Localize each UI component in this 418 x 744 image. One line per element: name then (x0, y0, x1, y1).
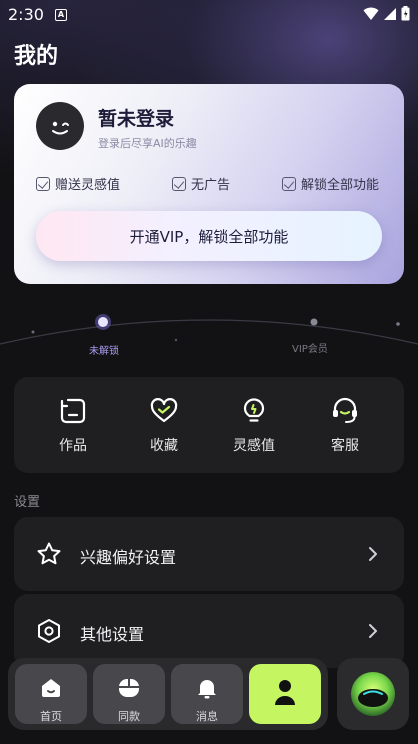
nav-item-same-style[interactable]: 同款 (93, 664, 165, 724)
battery-icon (401, 6, 410, 21)
avatar[interactable] (36, 102, 84, 150)
smiley-face-icon (52, 121, 69, 135)
progress-current-label: 未解锁 (89, 346, 119, 357)
progress-next-label: VIP会员 (292, 344, 328, 355)
perk-item: 解锁全部功能 (282, 174, 379, 193)
quick-action-support[interactable]: 客服 (305, 377, 385, 473)
chevron-right-icon (369, 547, 377, 561)
bell-icon (198, 680, 216, 699)
works-icon (60, 398, 86, 424)
status-bar: 2:30 A (0, 0, 418, 30)
nav-item-messages[interactable]: 消息 (171, 664, 243, 724)
bottom-nav: 首页 同款 消息 (8, 658, 328, 730)
nav-item-home[interactable]: 首页 (15, 664, 87, 724)
quick-action-label: 客服 (331, 438, 359, 454)
settings-row-label: 其他设置 (80, 625, 145, 644)
settings-row-other[interactable]: 其他设置 (14, 594, 404, 668)
quick-actions-panel: 作品 收藏 灵感值 客服 (14, 377, 404, 473)
settings-row-interest-preferences[interactable]: 兴趣偏好设置 (14, 517, 404, 591)
star-icon (37, 542, 61, 565)
perk-label: 解锁全部功能 (301, 178, 380, 193)
heart-icon (150, 398, 178, 423)
settings-row-label: 兴趣偏好设置 (80, 548, 177, 567)
wifi-icon (363, 7, 379, 20)
quick-action-works[interactable]: 作品 (33, 377, 113, 473)
quick-action-label: 灵感值 (233, 438, 275, 454)
signal-icon (384, 7, 396, 20)
status-icons (363, 6, 410, 21)
notification-badge-icon: A (55, 9, 67, 21)
progress-arc-graphic (0, 314, 418, 345)
perk-label: 赠送灵感值 (55, 178, 121, 193)
lightbulb-icon (243, 398, 265, 422)
nav-item-label: 首页 (40, 710, 62, 723)
perk-label: 无广告 (191, 178, 231, 193)
checkbox-icon (36, 176, 50, 191)
checkbox-icon (172, 176, 186, 191)
hexagon-settings-icon (38, 619, 60, 643)
mouse-icon (119, 679, 139, 697)
status-time: 2:30 (8, 5, 44, 24)
page-title: 我的 (14, 44, 59, 69)
nav-item-label: 消息 (196, 710, 218, 723)
checkbox-icon (282, 176, 296, 191)
chevron-right-icon (369, 624, 377, 638)
nav-item-profile[interactable] (249, 664, 321, 724)
quick-action-favorites[interactable]: 收藏 (124, 377, 204, 473)
quick-action-label: 收藏 (150, 438, 178, 454)
login-status-title[interactable]: 暂未登录 (98, 104, 174, 131)
open-vip-button[interactable]: 开通VIP，解锁全部功能 (36, 211, 382, 261)
settings-section-label: 设置 (14, 495, 41, 510)
perk-item: 无广告 (172, 174, 230, 193)
quick-action-label: 作品 (59, 438, 87, 454)
nav-item-label: 同款 (118, 710, 140, 723)
headset-icon (333, 397, 357, 423)
ai-assistant-button[interactable] (337, 658, 409, 730)
vip-progress-arc: 未解锁 VIP会员 (0, 300, 418, 370)
profile-card[interactable]: 暂未登录 登录后尽享AI的乐趣 赠送灵感值 无广告 解锁全部功能 开通VIP，解… (14, 84, 404, 284)
ai-orb-icon (351, 672, 395, 716)
perk-item: 赠送灵感值 (36, 174, 120, 193)
person-icon (275, 680, 295, 705)
home-icon (42, 679, 60, 697)
login-subtitle: 登录后尽享AI的乐趣 (98, 137, 197, 150)
quick-action-inspiration[interactable]: 灵感值 (214, 377, 294, 473)
